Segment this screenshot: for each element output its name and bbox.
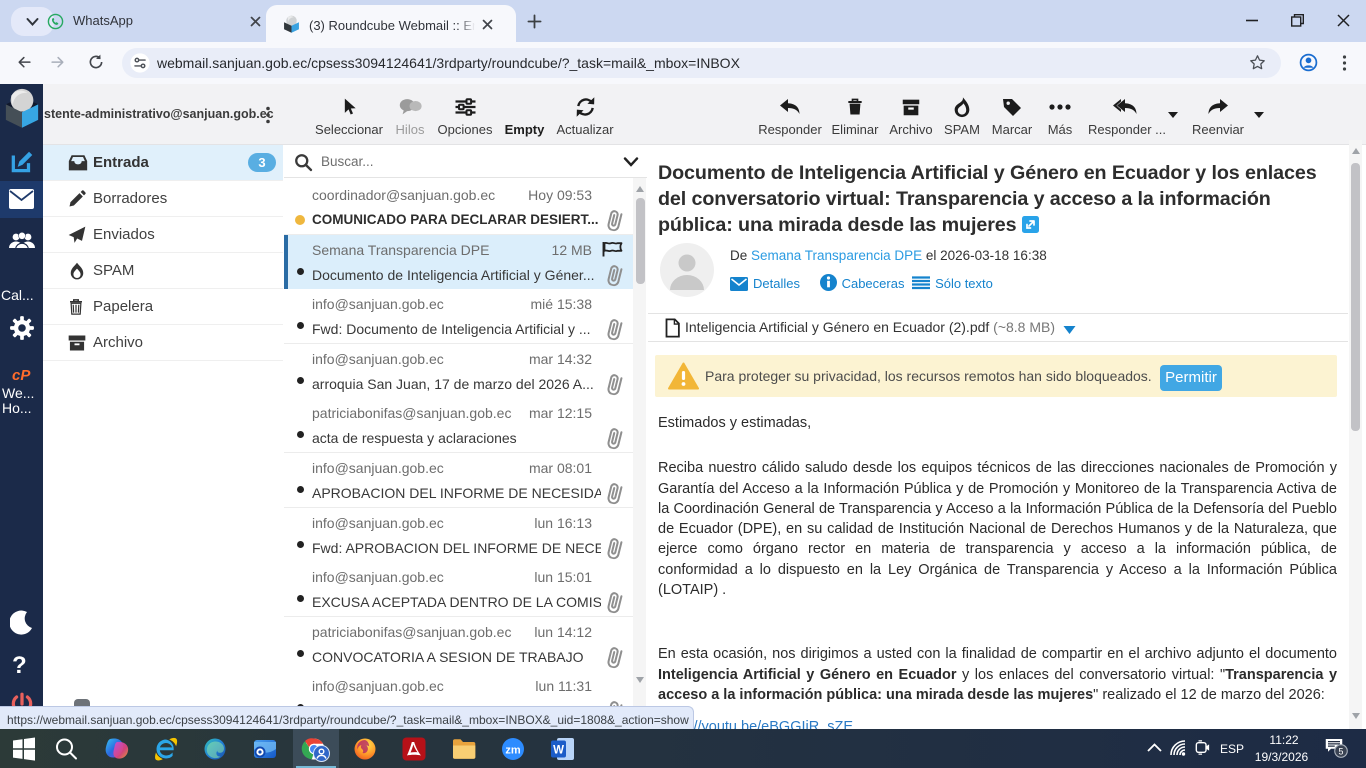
svg-text:zm: zm	[505, 744, 521, 756]
svg-text:W: W	[553, 745, 564, 757]
svg-text:5: 5	[1339, 746, 1344, 756]
